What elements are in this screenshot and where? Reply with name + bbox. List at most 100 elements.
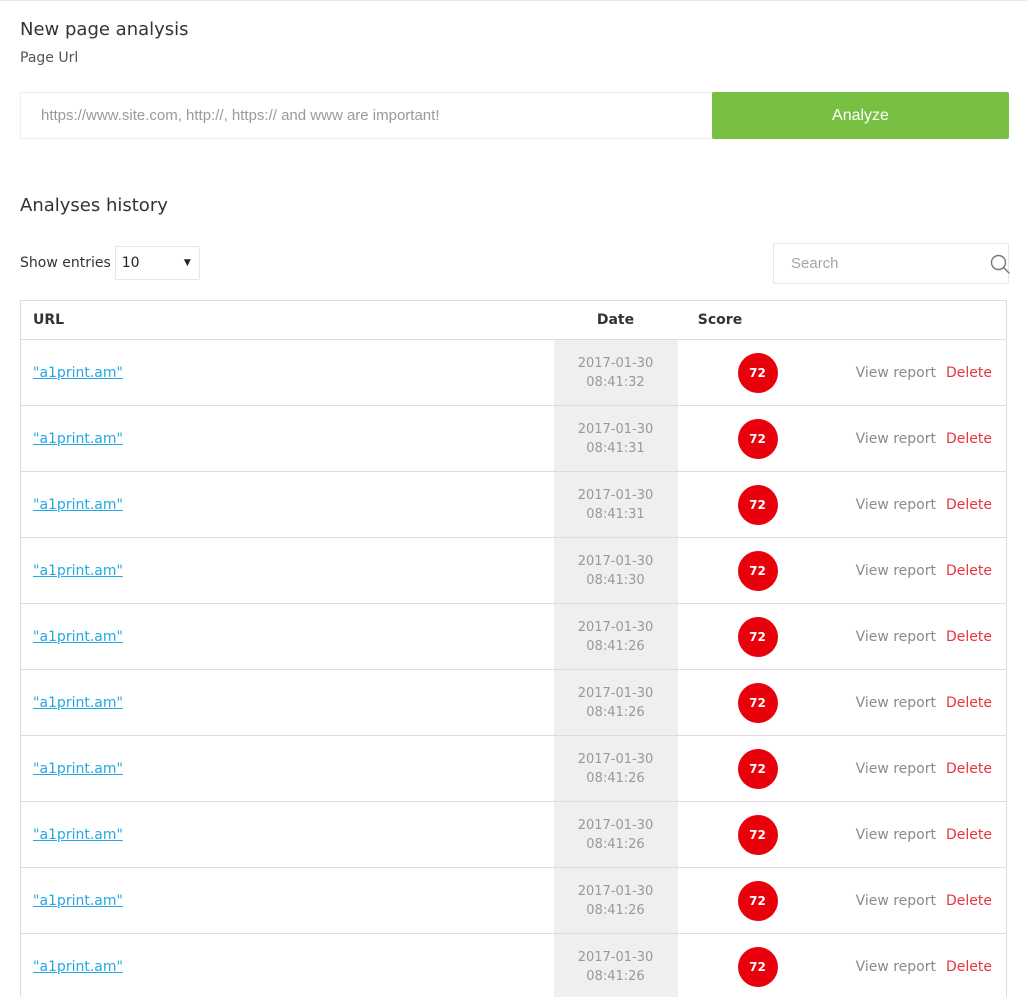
- url-column-header[interactable]: URL: [20, 300, 554, 340]
- actions-column-header: [822, 300, 1007, 340]
- url-cell: "a1print.am": [20, 867, 554, 934]
- date-value: 2017-01-30: [577, 883, 654, 899]
- search-icon[interactable]: [990, 244, 1010, 283]
- url-link[interactable]: "a1print.am": [33, 365, 123, 381]
- score-cell: 72: [677, 339, 823, 406]
- score-cell: 72: [677, 537, 823, 604]
- table-row: "a1print.am" 2017-01-30 08:41:30 72 View …: [20, 537, 1007, 604]
- score-badge: 72: [737, 682, 778, 723]
- actions-cell: View report Delete: [822, 471, 1007, 538]
- history-title: Analyses history: [20, 195, 168, 216]
- view-report-link[interactable]: View report: [856, 827, 936, 843]
- score-badge: 72: [737, 616, 778, 657]
- url-cell: "a1print.am": [20, 537, 554, 604]
- date-cell: 2017-01-30 08:41:26: [553, 669, 678, 736]
- delete-link[interactable]: Delete: [946, 695, 992, 711]
- score-badge: 72: [737, 946, 778, 987]
- url-cell: "a1print.am": [20, 603, 554, 670]
- url-link[interactable]: "a1print.am": [33, 959, 123, 975]
- page-url-label: Page Url: [20, 50, 79, 66]
- url-cell: "a1print.am": [20, 669, 554, 736]
- table-body: "a1print.am" 2017-01-30 08:41:32 72 View …: [20, 339, 1007, 997]
- date-value: 2017-01-30: [577, 685, 654, 701]
- time-value: 08:41:26: [586, 836, 645, 852]
- delete-link[interactable]: Delete: [946, 365, 992, 381]
- actions-cell: View report Delete: [822, 669, 1007, 736]
- actions-cell: View report Delete: [822, 339, 1007, 406]
- delete-link[interactable]: Delete: [946, 497, 992, 513]
- top-divider: [0, 0, 1027, 1]
- delete-link[interactable]: Delete: [946, 893, 992, 909]
- url-link[interactable]: "a1print.am": [33, 497, 123, 513]
- date-cell: 2017-01-30 08:41:31: [553, 471, 678, 538]
- url-link[interactable]: "a1print.am": [33, 563, 123, 579]
- entries-select[interactable]: 10 ▼: [114, 246, 200, 280]
- delete-link[interactable]: Delete: [946, 761, 992, 777]
- score-column-header[interactable]: Score: [677, 300, 823, 340]
- date-cell: 2017-01-30 08:41:26: [553, 867, 678, 934]
- score-cell: 72: [677, 801, 823, 868]
- delete-link[interactable]: Delete: [946, 629, 992, 645]
- date-value: 2017-01-30: [577, 949, 654, 965]
- delete-link[interactable]: Delete: [946, 827, 992, 843]
- new-analysis-title: New page analysis: [20, 19, 189, 40]
- view-report-link[interactable]: View report: [856, 893, 936, 909]
- history-table: URL Date Score "a1print.am" 2017-01-30 08…: [20, 300, 1007, 997]
- delete-link[interactable]: Delete: [946, 959, 992, 975]
- view-report-link[interactable]: View report: [856, 431, 936, 447]
- time-value: 08:41:26: [586, 902, 645, 918]
- show-entries-control: Show entries 10 ▼: [20, 246, 200, 280]
- url-link[interactable]: "a1print.am": [33, 893, 123, 909]
- time-value: 08:41:32: [586, 374, 645, 390]
- search-input[interactable]: [774, 244, 990, 283]
- view-report-link[interactable]: View report: [856, 629, 936, 645]
- url-link[interactable]: "a1print.am": [33, 431, 123, 447]
- table-row: "a1print.am" 2017-01-30 08:41:31 72 View …: [20, 471, 1007, 538]
- url-link[interactable]: "a1print.am": [33, 629, 123, 645]
- actions-cell: View report Delete: [822, 537, 1007, 604]
- date-cell: 2017-01-30 08:41:26: [553, 801, 678, 868]
- view-report-link[interactable]: View report: [856, 959, 936, 975]
- actions-cell: View report Delete: [822, 603, 1007, 670]
- view-report-link[interactable]: View report: [856, 497, 936, 513]
- caret-down-icon: ▼: [183, 258, 191, 268]
- table-row: "a1print.am" 2017-01-30 08:41:26 72 View …: [20, 669, 1007, 736]
- view-report-link[interactable]: View report: [856, 563, 936, 579]
- show-entries-label: Show entries: [20, 255, 111, 271]
- time-value: 08:41:31: [586, 506, 645, 522]
- url-cell: "a1print.am": [20, 405, 554, 472]
- view-report-link[interactable]: View report: [856, 695, 936, 711]
- score-cell: 72: [677, 405, 823, 472]
- date-value: 2017-01-30: [577, 553, 654, 569]
- url-link[interactable]: "a1print.am": [33, 695, 123, 711]
- score-cell: 72: [677, 603, 823, 670]
- entries-select-value: 10: [121, 255, 140, 271]
- date-cell: 2017-01-30 08:41:26: [553, 933, 678, 997]
- table-row: "a1print.am" 2017-01-30 08:41:26 72 View …: [20, 735, 1007, 802]
- search-box: [773, 243, 1010, 284]
- time-value: 08:41:26: [586, 704, 645, 720]
- score-cell: 72: [677, 471, 823, 538]
- page-url-input[interactable]: [20, 92, 713, 139]
- delete-link[interactable]: Delete: [946, 431, 992, 447]
- date-value: 2017-01-30: [577, 421, 654, 437]
- time-value: 08:41:26: [586, 638, 645, 654]
- url-link[interactable]: "a1print.am": [33, 761, 123, 777]
- analyze-button[interactable]: Analyze: [712, 92, 1009, 139]
- score-badge: 72: [737, 880, 778, 921]
- actions-cell: View report Delete: [822, 405, 1007, 472]
- date-cell: 2017-01-30 08:41:31: [553, 405, 678, 472]
- date-value: 2017-01-30: [577, 487, 654, 503]
- time-value: 08:41:26: [586, 770, 645, 786]
- time-value: 08:41:31: [586, 440, 645, 456]
- url-cell: "a1print.am": [20, 735, 554, 802]
- delete-link[interactable]: Delete: [946, 563, 992, 579]
- url-cell: "a1print.am": [20, 339, 554, 406]
- url-link[interactable]: "a1print.am": [33, 827, 123, 843]
- date-column-header[interactable]: Date: [553, 300, 678, 340]
- view-report-link[interactable]: View report: [856, 761, 936, 777]
- actions-cell: View report Delete: [822, 735, 1007, 802]
- date-cell: 2017-01-30 08:41:32: [553, 339, 678, 406]
- view-report-link[interactable]: View report: [856, 365, 936, 381]
- date-cell: 2017-01-30 08:41:30: [553, 537, 678, 604]
